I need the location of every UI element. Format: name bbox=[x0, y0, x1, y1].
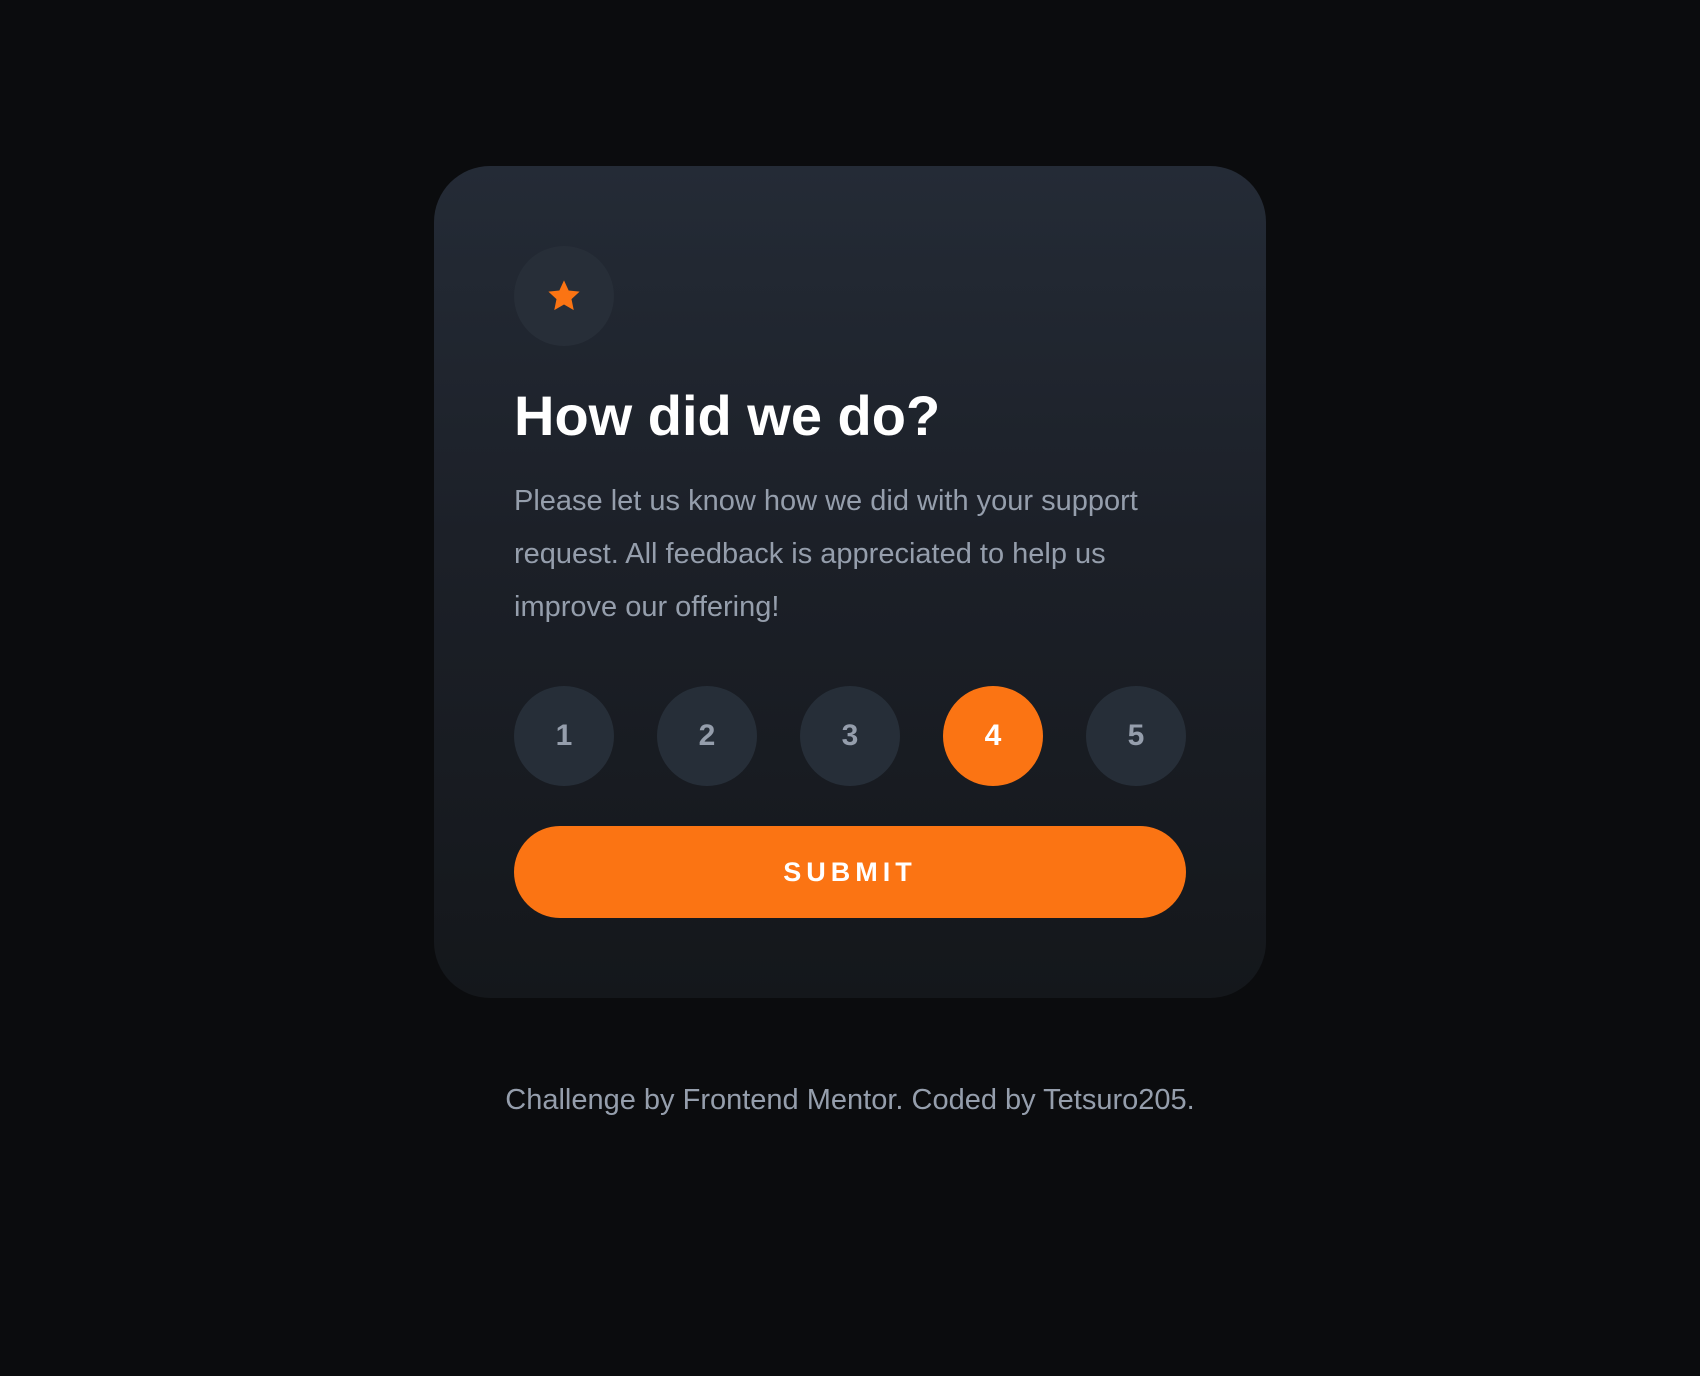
rating-card: How did we do? Please let us know how we… bbox=[434, 166, 1266, 998]
card-description: Please let us know how we did with your … bbox=[514, 485, 1138, 624]
submit-button[interactable]: SUBMIT bbox=[514, 826, 1186, 919]
rating-button-1[interactable]: 1 bbox=[514, 686, 614, 787]
attribution-text: Challenge by Frontend Mentor. Coded by T… bbox=[505, 1084, 1195, 1116]
rating-button-5[interactable]: 5 bbox=[1086, 686, 1186, 787]
star-badge bbox=[514, 246, 614, 346]
rating-options: 1 2 3 4 5 bbox=[514, 686, 1186, 787]
star-icon bbox=[546, 278, 582, 314]
rating-button-4[interactable]: 4 bbox=[943, 686, 1043, 787]
card-title: How did we do? bbox=[514, 384, 941, 447]
rating-button-3[interactable]: 3 bbox=[800, 686, 900, 787]
rating-button-2[interactable]: 2 bbox=[657, 686, 757, 787]
